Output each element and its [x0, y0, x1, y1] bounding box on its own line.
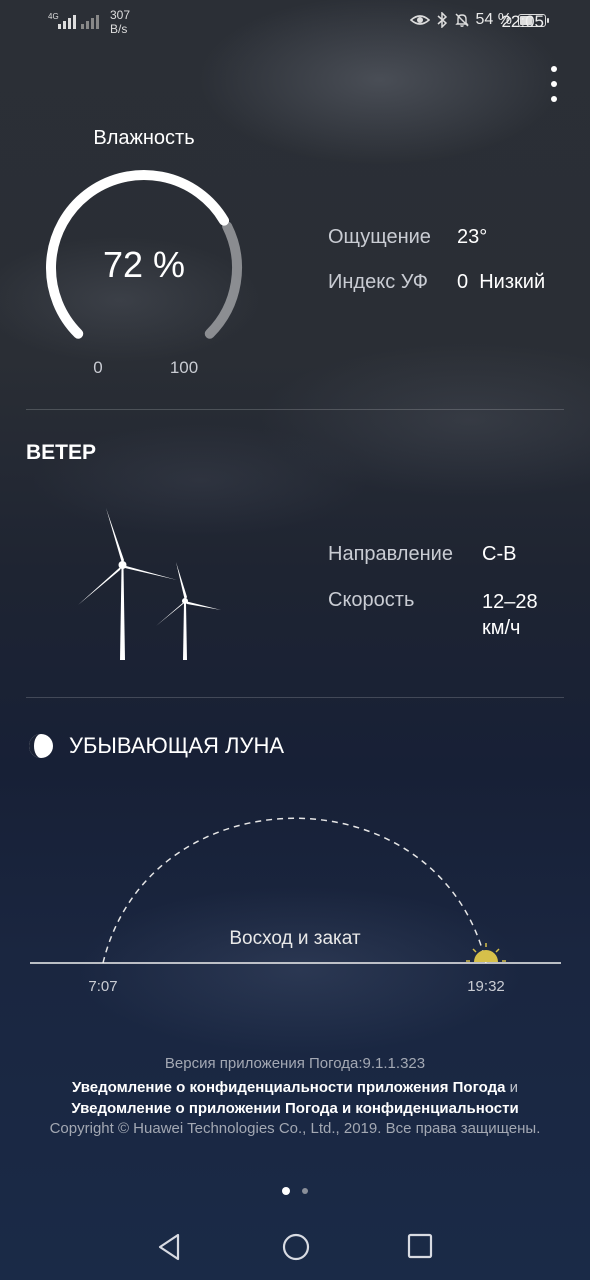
section-divider: [26, 409, 564, 410]
section-divider: [26, 697, 564, 698]
feels-like-value: 23°: [457, 226, 488, 248]
uv-index-value: 0 Низкий: [457, 271, 546, 293]
more-dot-icon: [551, 81, 557, 87]
moon-phase-label: УБЫВАЮЩАЯ ЛУНА: [69, 733, 285, 758]
sunset-time: 19:32: [467, 978, 505, 995]
privacy-notice-link-1[interactable]: Уведомление о конфиденциальности приложе…: [72, 1079, 505, 1096]
status-bar: 4G 307 B/s 54 % 22:05: [0, 0, 590, 44]
wind-speed-label: Скорость: [328, 589, 415, 611]
wind-speed-range: 12–28: [482, 591, 538, 613]
page-indicator-active[interactable]: [282, 1187, 290, 1195]
humidity-min-label: 0: [93, 358, 103, 377]
network-speed-unit: B/s: [110, 22, 128, 36]
privacy-conjunction: и: [509, 1079, 519, 1096]
wind-direction-value: С-В: [482, 543, 517, 565]
privacy-notice-link-2[interactable]: Уведомление о приложении Погода и конфид…: [71, 1100, 518, 1117]
network-speed: 307 B/s: [110, 8, 130, 36]
wind-direction-label: Направление: [328, 543, 453, 565]
back-button[interactable]: [156, 1232, 182, 1262]
more-dot-icon: [551, 66, 557, 72]
signal-strength-icon: [58, 13, 76, 29]
no-signal-icon: [81, 13, 99, 29]
sunrise-time: 7:07: [88, 978, 118, 995]
copyright-text: Copyright © Huawei Technologies Co., Ltd…: [49, 1120, 541, 1137]
wind-speed-unit: км/ч: [482, 617, 521, 639]
more-dot-icon: [551, 96, 557, 102]
humidity-title: Влажность: [93, 127, 195, 149]
more-options-button[interactable]: [544, 66, 564, 102]
sunrise-sunset-title: Восход и закат: [229, 928, 361, 949]
clock: 22:05: [501, 12, 544, 31]
recents-button[interactable]: [407, 1233, 433, 1259]
wind-turbine-icon: [78, 508, 221, 660]
network-speed-value: 307: [110, 8, 131, 22]
wind-speed-value: 12–28 км/ч: [482, 589, 538, 641]
sunrise-sunset-chart: [30, 817, 561, 964]
setting-sun-icon: [466, 943, 506, 962]
waning-moon-icon: [29, 734, 53, 758]
home-button[interactable]: [281, 1232, 311, 1262]
humidity-max-label: 100: [169, 358, 199, 377]
uv-index-label: Индекс УФ: [328, 271, 428, 293]
privacy-notices: Уведомление о конфиденциальности приложе…: [0, 1077, 590, 1119]
page-indicator[interactable]: [302, 1188, 308, 1194]
bluetooth-icon: [437, 12, 447, 28]
mute-notifications-icon: [454, 13, 469, 27]
system-navigation-bar: [0, 1228, 590, 1268]
humidity-value: 72 %: [102, 244, 186, 285]
feels-like-label: Ощущение: [328, 226, 431, 248]
app-version: Версия приложения Погода:9.1.1.323: [164, 1055, 426, 1072]
wind-section-title: ВЕТЕР: [26, 441, 97, 464]
eye-comfort-icon: [409, 15, 430, 25]
